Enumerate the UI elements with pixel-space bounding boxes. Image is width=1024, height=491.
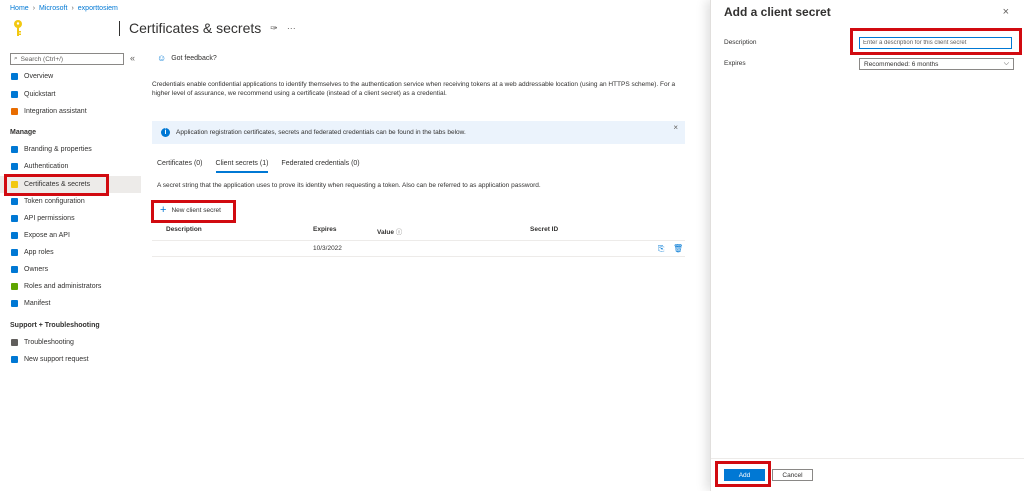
auth-icon <box>11 163 18 170</box>
sidebar-item-label: New support request <box>24 356 89 363</box>
description-label: Description <box>724 39 757 46</box>
owners-icon <box>11 266 18 273</box>
breadcrumb: Home › Microsoft › exporttosiem <box>10 5 118 12</box>
sidebar-item-api-permissions[interactable]: API permissions <box>0 210 141 227</box>
chevron-down-icon: ⌵ <box>1003 60 1009 67</box>
info-icon: i <box>161 128 170 137</box>
key-icon <box>14 20 22 36</box>
highlight-box <box>850 28 1022 55</box>
sidebar-item-label: Manifest <box>24 300 51 307</box>
feedback-icon: ☺ <box>157 53 167 63</box>
page-description: Credentials enable confidential applicat… <box>152 81 676 97</box>
sidebar-item-troubleshooting[interactable]: Troubleshooting <box>0 334 141 351</box>
tab-certificates[interactable]: Certificates (0) <box>157 160 203 173</box>
plus-icon: + <box>160 204 167 216</box>
sidebar-item-expose-an-api[interactable]: Expose an API <box>0 227 141 244</box>
wrench-icon <box>11 339 18 346</box>
sidebar-item-owners[interactable]: Owners <box>0 261 141 278</box>
sidebar-item-branding-properties[interactable]: Branding & properties <box>0 141 141 158</box>
sidebar-item-label: App roles <box>24 249 54 256</box>
add-secret-panel: Add a client secret × Description Expire… <box>710 0 1024 491</box>
sidebar-item-label: Roles and administrators <box>24 283 102 290</box>
roles-icon <box>11 283 18 290</box>
tab-bar: Certificates (0) Client secrets (1) Fede… <box>157 160 360 173</box>
page-header: Certificates & secrets ✑ ··· <box>10 18 296 38</box>
column-header-secret-id: Secret ID <box>530 226 559 233</box>
sidebar-item-label: Expose an API <box>24 232 70 239</box>
sidebar-item-label: Owners <box>24 266 49 273</box>
new-client-secret-button[interactable]: + New client secret <box>160 204 221 216</box>
cell-expires: 10/3/2022 <box>313 245 342 252</box>
more-button[interactable]: ··· <box>287 23 296 33</box>
delete-icon[interactable]: 🗑 <box>673 244 683 253</box>
column-header-description: Description <box>166 226 202 233</box>
sidebar-item-label: Branding & properties <box>24 146 92 153</box>
sidebar-item-label: Integration assistant <box>24 108 87 115</box>
page-title: Certificates & secrets <box>129 20 262 36</box>
breadcrumb-home[interactable]: Home <box>10 5 29 12</box>
sidebar-item-roles-and-administrators[interactable]: Roles and administrators <box>0 278 141 295</box>
close-icon[interactable]: × <box>673 123 678 132</box>
rocket-icon <box>11 108 18 115</box>
info-circle-icon[interactable]: ⓘ <box>396 229 403 236</box>
column-header-value: Value ⓘ <box>377 229 403 236</box>
panel-title: Add a client secret <box>724 5 831 19</box>
close-icon[interactable]: × <box>1003 6 1009 18</box>
pin-icon[interactable]: ✑ <box>270 23 278 34</box>
sidebar-item-label: Overview <box>24 73 54 80</box>
support-icon <box>11 356 18 363</box>
section-title-manage: Manage <box>10 129 37 136</box>
branding-icon <box>11 146 18 153</box>
expires-label: Expires <box>724 60 746 67</box>
section-title-support: Support + Troubleshooting <box>10 322 100 329</box>
sidebar-item-integration-assistant[interactable]: Integration assistant <box>0 103 141 120</box>
collapse-sidebar-button[interactable]: « <box>130 53 135 63</box>
search-icon: ⌕ <box>14 55 18 62</box>
tab-federated-credentials[interactable]: Federated credentials (0) <box>281 160 359 173</box>
table-row: 10/3/2022 ⎘ 🗑 <box>152 240 685 257</box>
sidebar-item-label: Authentication <box>24 163 69 170</box>
highlight-box <box>715 461 771 487</box>
sidebar-item-label: Token configuration <box>24 198 85 205</box>
expose-api-icon <box>11 232 18 239</box>
chevron-right-icon: › <box>32 5 36 12</box>
search-input[interactable]: ⌕ Search (Ctrl+/) <box>10 53 124 65</box>
sidebar-item-authentication[interactable]: Authentication <box>0 158 141 175</box>
feedback-link[interactable]: ☺ Got feedback? <box>157 53 217 63</box>
tab-client-secrets[interactable]: Client secrets (1) <box>215 160 269 173</box>
breadcrumb-app[interactable]: exporttosiem <box>78 5 118 12</box>
highlight-box <box>4 174 109 196</box>
sidebar-item-label: Troubleshooting <box>24 339 74 346</box>
info-banner: i Application registration certificates,… <box>152 121 685 144</box>
sidebar-item-overview[interactable]: Overview <box>0 68 141 85</box>
manifest-icon <box>11 300 18 307</box>
sidebar-item-quickstart[interactable]: Quickstart <box>0 86 141 103</box>
app-roles-icon <box>11 249 18 256</box>
sidebar-item-app-roles[interactable]: App roles <box>0 244 141 261</box>
tab-description: A secret string that the application use… <box>157 182 541 189</box>
breadcrumb-microsoft[interactable]: Microsoft <box>39 5 67 12</box>
info-text: Application registration certificates, s… <box>176 129 466 136</box>
copy-icon[interactable]: ⎘ <box>658 244 664 254</box>
chevron-right-icon: › <box>71 5 74 12</box>
sidebar-item-label: API permissions <box>24 215 75 222</box>
sidebar-item-label: Quickstart <box>24 91 56 98</box>
token-icon <box>11 198 18 205</box>
cancel-button[interactable]: Cancel <box>772 469 813 481</box>
expires-select[interactable]: Recommended: 6 months ⌵ <box>859 58 1014 70</box>
permissions-icon <box>11 215 18 222</box>
cloud-icon <box>11 91 18 98</box>
column-header-expires: Expires <box>313 226 337 233</box>
sidebar-item-manifest[interactable]: Manifest <box>0 295 141 312</box>
overview-icon <box>11 73 18 80</box>
sidebar-item-new-support-request[interactable]: New support request <box>0 351 141 368</box>
